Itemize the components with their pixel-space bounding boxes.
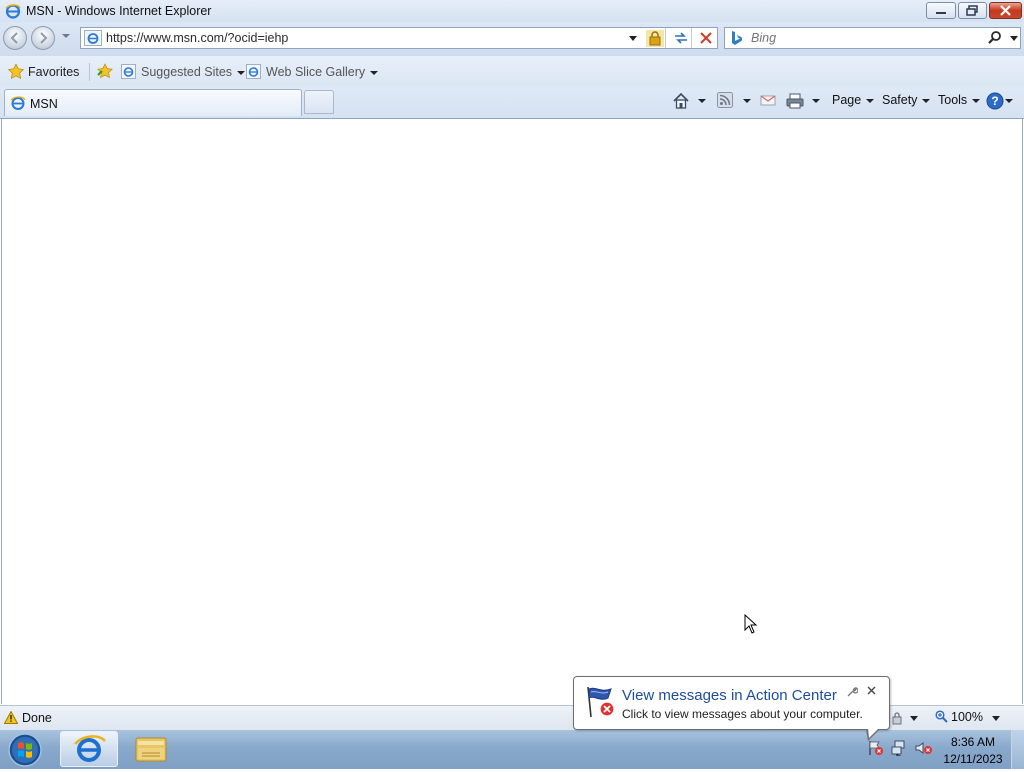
favorites-bar: Favorites Suggested Sites Web Slice Gall… <box>0 56 1024 88</box>
compatibility-refresh-icon[interactable] <box>673 30 689 49</box>
zoom-level: 100% <box>951 710 983 724</box>
ie-logo-icon <box>5 3 21 22</box>
action-center-flag-icon <box>584 685 618 722</box>
tab-label: MSN <box>30 97 58 111</box>
web-slice-gallery-label: Web Slice Gallery <box>266 65 366 79</box>
safety-menu[interactable]: Safety <box>882 93 931 107</box>
search-input[interactable] <box>749 30 983 46</box>
window-title: MSN - Windows Internet Explorer <box>26 4 212 18</box>
safety-menu-label: Safety <box>882 93 918 107</box>
search-options-dropdown-icon[interactable] <box>1010 36 1018 41</box>
page-content[interactable] <box>1 119 1023 704</box>
tools-menu-label: Tools <box>938 93 968 107</box>
suggested-sites-label: Suggested Sites <box>141 65 233 79</box>
warning-icon <box>3 710 19 727</box>
favorites-button[interactable]: Favorites <box>7 63 80 79</box>
page-menu[interactable]: Page <box>832 93 875 107</box>
internet-explorer-icon <box>74 735 106 762</box>
address-url[interactable]: https://www.msn.com/?ocid=iehp <box>106 31 288 45</box>
status-text: Done <box>22 711 52 725</box>
tab-row: MSN Page Safety Tools ? <box>0 87 1024 119</box>
show-desktop-button[interactable] <box>1011 730 1024 769</box>
network-icon[interactable] <box>891 740 907 759</box>
wrench-icon[interactable] <box>846 686 859 701</box>
web-slice-gallery-button[interactable]: Web Slice Gallery <box>246 64 379 79</box>
tools-menu[interactable]: Tools <box>938 93 981 107</box>
zoom-magnifier-icon <box>935 710 948 723</box>
action-center-notification[interactable]: View messages in Action Center Click to … <box>573 676 890 741</box>
feeds-dropdown-icon[interactable] <box>743 99 751 103</box>
favorites-star-icon <box>7 63 25 79</box>
tab-ie-icon <box>10 95 26 114</box>
chevron-down-icon <box>370 70 379 75</box>
taskbar-windows-explorer[interactable] <box>122 731 180 767</box>
notification-close-icon[interactable] <box>866 684 877 699</box>
back-button[interactable] <box>3 26 27 50</box>
taskbar-internet-explorer[interactable] <box>60 731 118 767</box>
clock-time: 8:36 AM <box>950 735 996 749</box>
help-icon[interactable]: ? <box>986 92 1004 113</box>
bing-icon <box>731 31 743 49</box>
web-slice-gallery-ie-icon <box>246 64 261 79</box>
site-ie-icon <box>84 30 102 49</box>
navigation-bar: https://www.msn.com/?ocid=iehp <box>0 22 1024 56</box>
print-dropdown-icon[interactable] <box>812 99 820 103</box>
notification-message: Click to view messages about your comput… <box>622 707 863 721</box>
notification-title[interactable]: View messages in Action Center <box>622 687 837 704</box>
search-icon[interactable] <box>987 30 1003 49</box>
print-icon[interactable] <box>786 92 804 113</box>
mouse-cursor-icon <box>744 613 758 637</box>
read-mail-icon[interactable] <box>760 92 776 111</box>
new-tab-button[interactable] <box>304 90 334 114</box>
address-bar[interactable]: https://www.msn.com/?ocid=iehp <box>80 27 718 49</box>
protected-mode-dropdown-icon[interactable] <box>910 716 918 721</box>
forward-button[interactable] <box>31 26 55 50</box>
page-menu-label: Page <box>832 93 862 107</box>
zoom-dropdown-icon[interactable] <box>992 716 1000 721</box>
chevron-down-icon <box>922 98 931 103</box>
home-icon[interactable] <box>672 92 690 113</box>
stop-icon[interactable] <box>698 30 714 49</box>
tab-msn[interactable]: MSN <box>4 89 302 116</box>
svg-text:?: ? <box>991 94 998 108</box>
folder-icon <box>135 737 167 762</box>
zoom-control[interactable]: 100% <box>935 710 983 724</box>
help-dropdown-icon[interactable] <box>1005 99 1013 103</box>
recent-pages-dropdown-icon[interactable] <box>62 34 70 38</box>
restore-button[interactable] <box>958 2 987 19</box>
security-lock-icon[interactable] <box>646 30 664 47</box>
title-bar: MSN - Windows Internet Explorer <box>0 0 1024 22</box>
home-dropdown-icon[interactable] <box>698 99 706 103</box>
address-dropdown-icon[interactable] <box>629 36 637 41</box>
chevron-down-icon <box>866 98 875 103</box>
suggested-sites-ie-icon <box>121 64 136 79</box>
search-box[interactable] <box>724 27 1021 49</box>
feeds-icon[interactable] <box>717 92 733 111</box>
chevron-down-icon <box>237 70 246 75</box>
close-button[interactable] <box>989 2 1022 19</box>
protected-mode-icon[interactable] <box>890 711 904 728</box>
favorites-label: Favorites <box>28 65 80 79</box>
volume-muted-icon[interactable] <box>915 740 933 759</box>
clock[interactable]: 8:36 AM 12/11/2023 <box>938 734 1008 768</box>
minimize-button[interactable] <box>926 2 956 19</box>
action-center-flag-icon[interactable] <box>868 740 884 759</box>
suggested-sites-button[interactable]: Suggested Sites <box>121 64 246 79</box>
clock-date: 12/11/2023 <box>943 752 1003 766</box>
start-button[interactable] <box>5 731 45 769</box>
chevron-down-icon <box>972 98 981 103</box>
add-to-favorites-bar-icon[interactable] <box>96 63 114 82</box>
